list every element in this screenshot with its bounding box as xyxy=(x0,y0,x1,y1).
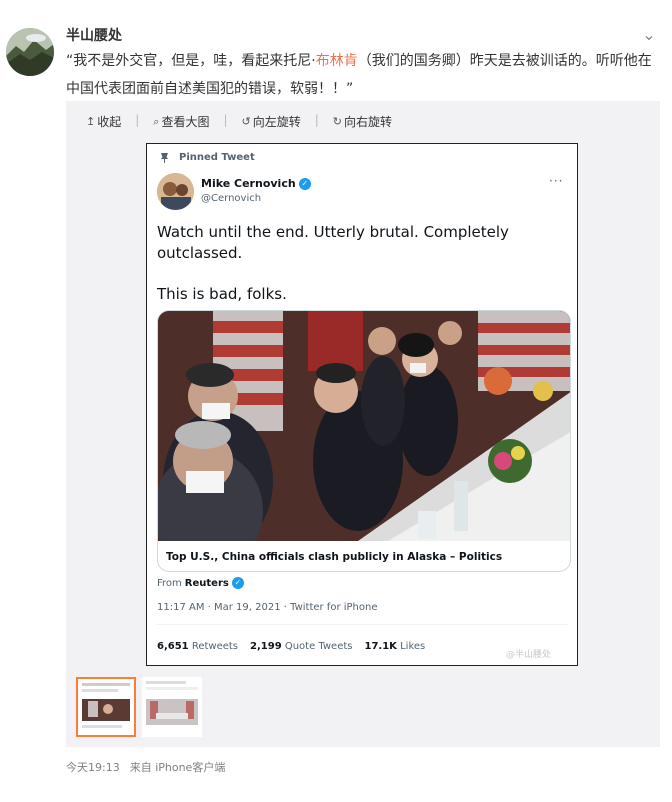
tweet-screenshot[interactable]: Pinned Tweet Mike Cernovich ✓ @Cernovich… xyxy=(146,143,578,666)
collapse-icon: ↥ xyxy=(86,115,96,128)
rotate-left-button[interactable]: ↺ 向左旋转 xyxy=(242,113,301,130)
media-viewer: ↥ 收起 | ⌕ 查看大图 | ↺ 向左旋转 | ↻ 向右旋转 Pinned T… xyxy=(66,101,660,747)
post-timestamp[interactable]: 今天19:13 xyxy=(66,759,120,775)
rotate-right-icon: ↻ xyxy=(332,115,343,128)
avatar[interactable] xyxy=(6,28,54,76)
tweet-body-line: Watch until the end. Utterly brutal. Com… xyxy=(157,223,509,262)
weibo-post: 半山腰处 ⌄ “我不是外交官，但是，哇，看起来托尼·布林肯（我们的国务卿）昨天是… xyxy=(0,0,672,802)
retweets-stat[interactable]: 6,651 Retweets xyxy=(157,641,238,652)
quote-count: 2,199 xyxy=(250,641,282,652)
thumbnail-strip xyxy=(76,677,202,737)
username[interactable]: 半山腰处 xyxy=(66,25,122,45)
post-footer: 今天19:13 来自 iPhone客户端 xyxy=(66,759,225,775)
more-icon[interactable]: ··· xyxy=(549,174,563,188)
card-source: From Reuters ✓ xyxy=(157,577,244,589)
news-photo xyxy=(158,311,570,541)
thumbnail[interactable] xyxy=(142,677,202,737)
pinned-row: Pinned Tweet xyxy=(160,152,255,163)
divider: | xyxy=(314,113,319,127)
verified-icon: ✓ xyxy=(231,577,244,589)
pinned-label: Pinned Tweet xyxy=(179,152,255,163)
rotate-right-button[interactable]: ↻ 向右旋转 xyxy=(333,113,392,130)
tweet-avatar[interactable] xyxy=(157,173,194,210)
collapse-button[interactable]: ↥ 收起 xyxy=(86,113,121,130)
quote-label: Quote Tweets xyxy=(284,641,353,652)
watermark: @半山腰处 xyxy=(506,650,552,660)
divider xyxy=(157,624,569,625)
media-toolbar: ↥ 收起 | ⌕ 查看大图 | ↺ 向左旋转 | ↻ 向右旋转 xyxy=(86,113,392,130)
retweets-label: Retweets xyxy=(191,641,239,652)
card-title: Top U.S., China officials clash publicly… xyxy=(166,551,503,563)
post-text-before: “我不是外交官，但是，哇，看起来托尼· xyxy=(66,53,316,69)
rotate-right-label: 向右旋转 xyxy=(344,115,393,129)
view-large-label: 查看大图 xyxy=(161,115,210,129)
likes-count: 17.1K xyxy=(364,641,397,652)
collapse-label: 收起 xyxy=(97,115,122,129)
divider: | xyxy=(223,113,228,127)
rotate-left-icon: ↺ xyxy=(241,115,251,128)
thumbnail-image xyxy=(78,679,134,735)
thumbnail[interactable] xyxy=(76,677,136,737)
thumbnail-image xyxy=(142,677,202,737)
rotate-left-label: 向左旋转 xyxy=(252,115,301,129)
tweet-body-line: This is bad, folks. xyxy=(157,285,287,303)
link-card[interactable]: Top U.S., China officials clash publicly… xyxy=(157,310,571,572)
quote-stat[interactable]: 2,199 Quote Tweets xyxy=(250,641,352,652)
avatar-image xyxy=(6,28,54,76)
from-label: From xyxy=(157,577,182,589)
post-source[interactable]: 来自 iPhone客户端 xyxy=(130,759,226,775)
search-icon: ⌕ xyxy=(153,114,160,128)
tweet-avatar-image xyxy=(157,173,194,210)
retweets-count: 6,651 xyxy=(157,641,189,652)
likes-stat[interactable]: 17.1K Likes xyxy=(365,641,426,652)
tweet-handle[interactable]: @Cernovich xyxy=(201,193,261,204)
from-source[interactable]: Reuters xyxy=(185,578,229,589)
tweet-meta: 11:17 AM · Mar 19, 2021 · Twitter for iP… xyxy=(157,602,378,613)
chevron-down-icon[interactable]: ⌄ xyxy=(638,24,660,46)
divider: | xyxy=(135,113,140,127)
author-name-text: Mike Cernovich xyxy=(201,177,296,190)
tweet-author-name[interactable]: Mike Cernovich ✓ xyxy=(201,177,311,190)
mention-link[interactable]: 布林肯 xyxy=(316,53,358,69)
post-text: “我不是外交官，但是，哇，看起来托尼·布林肯（我们的国务卿）昨天是去被训话的。听… xyxy=(66,47,656,103)
verified-icon: ✓ xyxy=(298,177,311,190)
pin-icon xyxy=(161,153,168,163)
view-large-button[interactable]: ⌕ 查看大图 xyxy=(153,113,209,130)
tweet-stats: 6,651 Retweets 2,199 Quote Tweets 17.1K … xyxy=(157,641,425,652)
likes-label: Likes xyxy=(400,641,426,652)
